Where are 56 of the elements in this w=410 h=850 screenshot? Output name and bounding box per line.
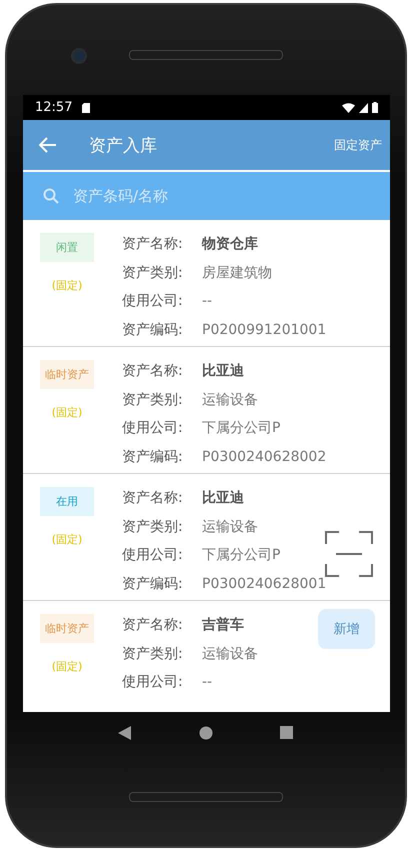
page-title: 资产入库: [89, 134, 158, 156]
field-value: 物资仓库: [202, 235, 258, 254]
status-tag: 临时资产: [40, 360, 94, 389]
recents-icon[interactable]: [280, 726, 294, 740]
signal-icon: [359, 102, 368, 112]
sd-card-icon: [82, 102, 90, 112]
status-tag: 在用: [40, 487, 94, 516]
field-label: 资产编码:: [122, 448, 184, 466]
field-label: 资产名称:: [122, 489, 184, 508]
asset-type-label: (固定): [50, 659, 84, 674]
field-value: P0300240628002: [202, 448, 326, 465]
field-value: 比亚迪: [202, 489, 244, 508]
field-label: 使用公司:: [122, 546, 184, 564]
field-label: 资产名称:: [122, 362, 184, 380]
clock-time: 12:57: [35, 100, 72, 115]
field-label: 资产类别:: [122, 390, 184, 409]
field-value: 下属分公司P: [202, 546, 280, 564]
field-value: 吉普车: [202, 616, 244, 634]
search-icon: [43, 188, 59, 204]
field-label: 使用公司:: [122, 292, 184, 310]
field-label: 使用公司:: [122, 673, 184, 692]
asset-list-item[interactable]: 临时资产 (固定) 资产名称: 比亚迪 资产类别: 运输设备 使用公司: 下属分公司P 资产编码: P0300240628002: [23, 347, 390, 474]
home-icon[interactable]: [198, 726, 213, 740]
field-value: 房屋建筑物: [202, 264, 272, 282]
field-value: 运输设备: [202, 518, 258, 536]
asset-type-label: (固定): [50, 532, 84, 547]
field-value: 下属分公司P: [202, 419, 280, 438]
field-label: 资产类别:: [122, 264, 184, 282]
field-label: 资产类别:: [122, 644, 184, 663]
field-value: P0200991201001: [202, 322, 326, 338]
scan-icon[interactable]: [325, 531, 373, 577]
battery-icon: [372, 102, 378, 113]
back-icon[interactable]: [118, 726, 132, 740]
field-value: --: [202, 674, 212, 690]
camera-icon: [71, 48, 87, 64]
field-label: 使用公司:: [122, 419, 184, 438]
asset-list-item[interactable]: 闲置 (固定) 资产名称: 物资仓库 资产类别: 房屋建筑物 使用公司: -- 资产编码: P0200991201001: [23, 220, 390, 347]
field-value: --: [202, 293, 212, 310]
field-label: 资产编码:: [122, 320, 184, 339]
wifi-icon: [342, 102, 355, 112]
field-label: 资产名称:: [122, 235, 184, 254]
back-arrow-icon[interactable]: [39, 137, 57, 153]
status-tag: 闲置: [40, 233, 94, 262]
field-value: 运输设备: [202, 390, 258, 409]
field-label: 资产名称:: [122, 616, 184, 634]
search-bar[interactable]: 资产条码/名称: [23, 172, 390, 220]
asset-type-label: (固定): [50, 405, 84, 420]
field-label: 资产类别:: [122, 518, 184, 536]
asset-type-label: (固定): [50, 278, 84, 293]
field-label: 资产编码:: [122, 574, 184, 593]
asset-list-item[interactable]: 在用 (固定) 资产名称: 比亚迪 资产类别: 运输设备 使用公司: 下属分公司P 资产编码: P0300240628001: [23, 474, 390, 601]
status-tag: 临时资产: [40, 614, 94, 643]
field-value: 运输设备: [202, 644, 258, 663]
field-value: P0300240628001: [202, 576, 326, 592]
field-value: 比亚迪: [202, 362, 244, 380]
search-field[interactable]: 资产条码/名称: [71, 186, 370, 206]
